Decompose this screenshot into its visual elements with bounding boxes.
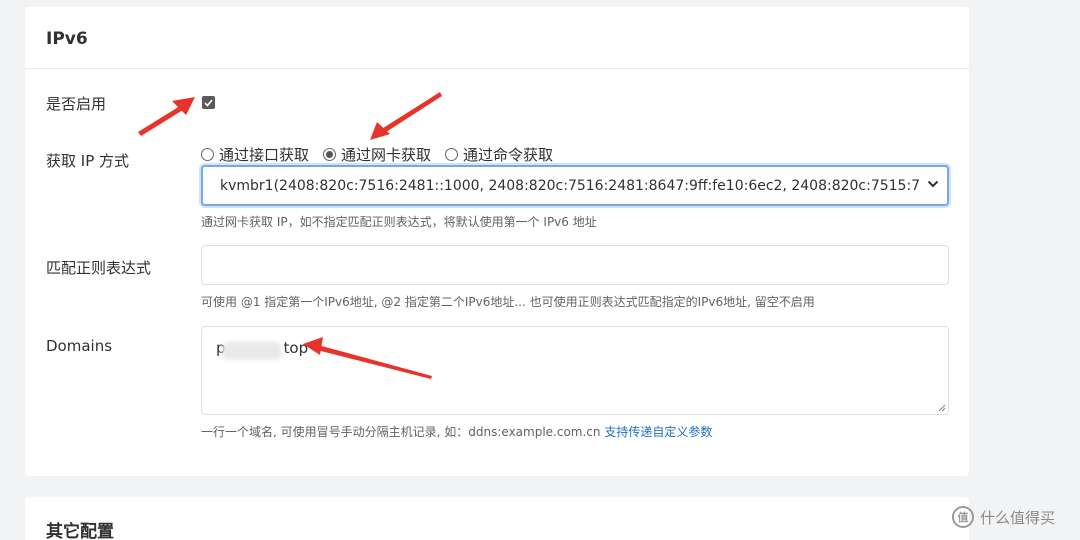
redaction-blur bbox=[222, 342, 282, 360]
radio-checked-icon bbox=[323, 148, 337, 161]
custom-params-link[interactable]: 支持传递自定义参数 bbox=[604, 425, 712, 439]
radio-option-interface[interactable]: 通过接口获取 bbox=[201, 144, 309, 165]
domains-value-end: top bbox=[283, 339, 309, 357]
resize-handle-icon[interactable] bbox=[936, 402, 946, 412]
method-label: 获取 IP 方式 bbox=[46, 152, 130, 170]
domains-label: Domains bbox=[46, 337, 113, 355]
radio-label-netcard: 通过网卡获取 bbox=[341, 146, 432, 164]
enable-checkbox[interactable] bbox=[202, 96, 215, 109]
watermark: 值 什么值得买 bbox=[952, 506, 1055, 528]
smzdm-logo-icon: 值 bbox=[952, 506, 974, 528]
chevron-down-icon bbox=[927, 180, 939, 188]
interface-select-value: kvmbr1(2408:820c:7516:2481::1000, 2408:8… bbox=[220, 177, 920, 194]
domains-hint-text: 一行一个域名, 可使用冒号手动分隔主机记录, 如：ddns:example.co… bbox=[201, 425, 601, 439]
ipv6-section-title: IPv6 bbox=[25, 7, 969, 69]
ipv6-card: IPv6 是否启用 获取 IP 方式 通过接口获取 通过网卡获取 通过命令获取 … bbox=[25, 7, 969, 476]
radio-label-interface: 通过接口获取 bbox=[219, 146, 310, 164]
enable-label: 是否启用 bbox=[46, 95, 107, 113]
other-config-card: 其它配置 bbox=[25, 497, 969, 540]
radio-option-netcard[interactable]: 通过网卡获取 bbox=[323, 144, 431, 165]
interface-select[interactable]: kvmbr1(2408:820c:7516:2481::1000, 2408:8… bbox=[201, 165, 949, 206]
radio-label-command: 通过命令获取 bbox=[463, 146, 554, 164]
domains-hint: 一行一个域名, 可使用冒号手动分隔主机记录, 如：ddns:example.co… bbox=[201, 423, 712, 440]
watermark-text: 什么值得买 bbox=[980, 508, 1056, 527]
regex-label: 匹配正则表达式 bbox=[46, 259, 152, 277]
domains-textarea[interactable]: p top bbox=[201, 326, 949, 415]
method-hint: 通过网卡获取 IP，如不指定匹配正则表达式，将默认使用第一个 IPv6 地址 bbox=[201, 215, 597, 229]
regex-hint: 可使用 @1 指定第一个IPv6地址, @2 指定第二个IPv6地址... 也可… bbox=[201, 295, 815, 309]
method-radio-group: 通过接口获取 通过网卡获取 通过命令获取 bbox=[201, 144, 567, 165]
radio-circle-icon bbox=[201, 148, 214, 161]
radio-option-command[interactable]: 通过命令获取 bbox=[445, 144, 553, 165]
checkmark-icon bbox=[204, 98, 213, 107]
other-section-title: 其它配置 bbox=[46, 522, 114, 540]
regex-input[interactable] bbox=[201, 245, 949, 285]
radio-circle-icon bbox=[445, 148, 459, 161]
